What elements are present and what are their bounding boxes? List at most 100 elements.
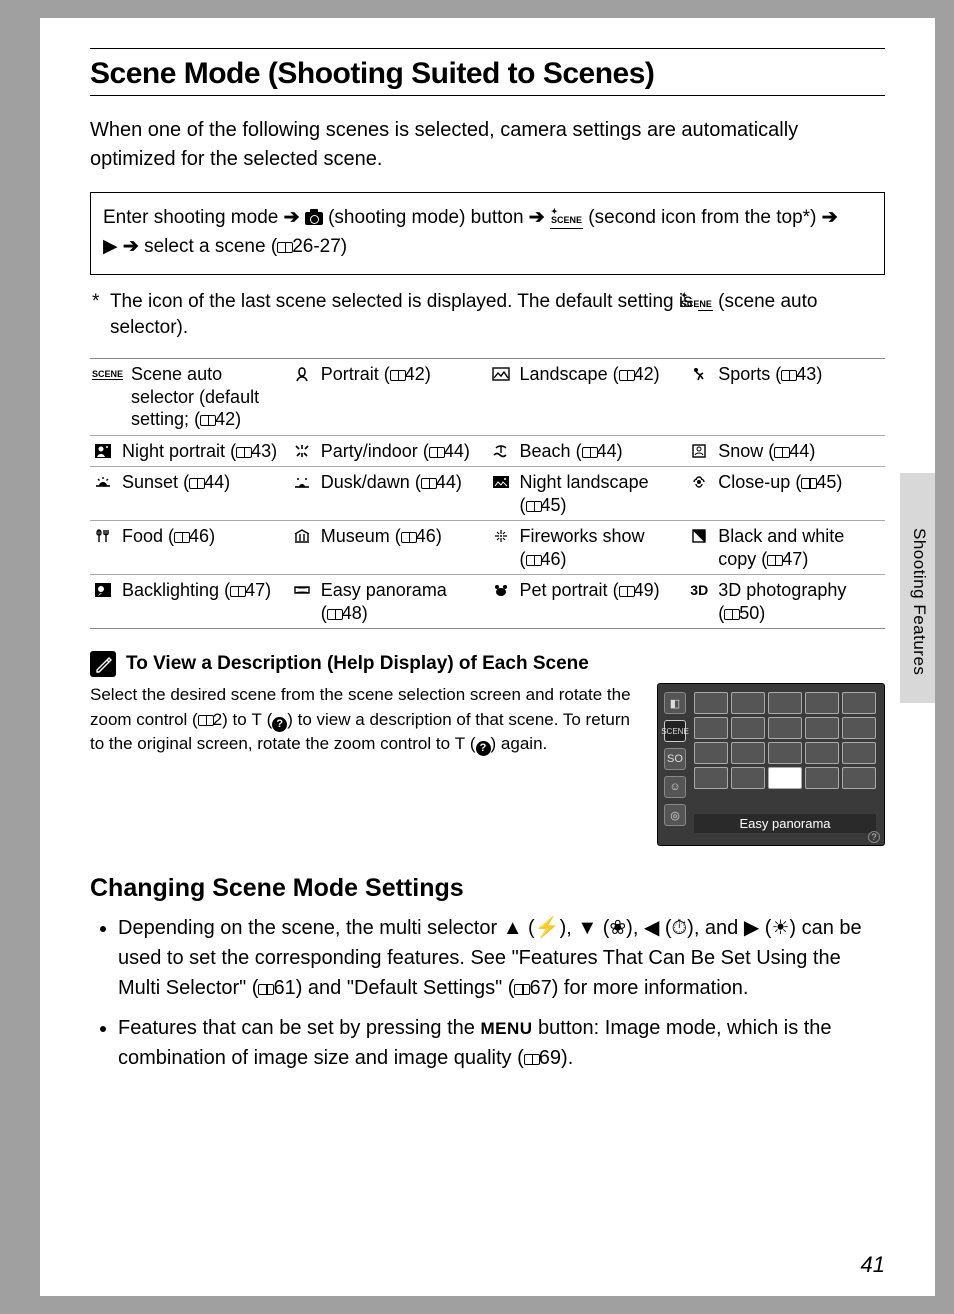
grid-scene-icon [694,742,728,764]
grid-scene-icon [768,742,802,764]
bullet-item: Depending on the scene, the multi select… [118,913,885,1003]
scene-cell: Museum (46) [289,521,488,575]
scene-label: Landscape (42) [520,363,685,386]
dusk-icon [291,471,313,491]
scene-label: Fireworks show (46) [520,525,685,570]
scene-cell: Fireworks show (46) [488,521,687,575]
scene-cell: 3D 3D photography (50) [686,575,885,629]
food-icon [92,525,114,545]
instruction-box: Enter shooting mode ➔ (shooting mode) bu… [90,192,885,275]
scene-cell: Backlighting (47) [90,575,289,629]
book-ref-icon [258,984,274,995]
scene-label: Scene auto selector (default setting; (4… [131,363,287,431]
scene-label: Museum (46) [321,525,486,548]
help-text: Select the desired scene from the scene … [90,683,639,757]
scene-cell: Pet portrait (49) [488,575,687,629]
bw-copy-icon [688,525,710,545]
scene-cell: Landscape (42) [488,359,687,436]
grid-scene-icon [842,767,876,789]
macro-icon: ❀ [609,917,626,939]
footnote: * The icon of the last scene selected is… [90,289,885,342]
scene-label: Black and white copy (47) [718,525,883,570]
grid-scene-icon [694,692,728,714]
bullet-list: Depending on the scene, the multi select… [90,913,885,1073]
scene-label: Snow (44) [718,440,883,463]
book-ref-icon [514,984,530,995]
scene-mode-icon: SCENE [698,298,713,312]
grid-scene-icon [768,692,802,714]
pet-icon [490,579,512,599]
bullet-item: Features that can be set by pressing the… [118,1013,885,1073]
lcd-mode-camera-icon: ◧ [664,692,686,714]
scene-label: Dusk/dawn (44) [321,471,486,494]
grid-scene-icon [842,692,876,714]
scene-table: SCENEScene auto selector (default settin… [90,358,885,629]
top-rule [90,48,885,49]
scene-label: Food (46) [122,525,287,548]
backlight-icon [92,579,114,599]
page-title: Scene Mode (Shooting Suited to Scenes) [90,57,885,91]
portrait-icon [291,363,313,383]
scene-cell: Night landscape (45) [488,467,687,521]
scene-cell: Close-up (45) [686,467,885,521]
book-ref-icon [198,715,214,726]
fireworks-icon [490,525,512,545]
scene-cell: Sports (43) [686,359,885,436]
3d-icon: 3D [688,579,710,599]
grid-scene-icon [731,692,765,714]
grid-scene-icon [842,717,876,739]
book-ref-icon [277,242,293,253]
exposure-comp-icon: ☀ [771,917,789,939]
grid-scene-icon [842,742,876,764]
arrow-icon: ➔ [529,207,545,228]
scene-mode-icon: SCENE [550,214,583,229]
scene-label: Beach (44) [520,440,685,463]
side-tab-label: Shooting Features [909,528,929,675]
scene-label: Party/indoor (44) [321,440,486,463]
lcd-mode-smile-icon: ☺ [664,776,686,798]
help-circle-icon: ? [476,741,491,756]
sports-icon [688,363,710,383]
menu-button-label: MENU [480,1019,532,1038]
scene-cell: SCENEScene auto selector (default settin… [90,359,289,436]
scene-cell: Snow (44) [686,435,885,467]
grid-scene-icon [805,767,839,789]
help-row: Select the desired scene from the scene … [90,683,885,846]
scene-cell: Sunset (44) [90,467,289,521]
lcd-help-icon: ? [868,831,880,843]
scene-cell: Night portrait (43) [90,435,289,467]
instruction-text: Enter shooting mode [103,207,284,228]
scene-label: Backlighting (47) [122,579,287,602]
grid-scene-icon [805,742,839,764]
title-underline [90,95,885,96]
grid-scene-icon [731,717,765,739]
scene-label: Pet portrait (49) [520,579,685,602]
instruction-ref: 26-27 [292,236,341,257]
lcd-mode-scene-icon: SCENE [664,720,686,742]
help-section-header: To View a Description (Help Display) of … [90,651,885,677]
scene-label: 3D photography (50) [718,579,883,624]
instruction-text: (second icon from the top*) [588,207,821,228]
grid-scene-icon [694,717,728,739]
scene-cell: Food (46) [90,521,289,575]
scene-cell: Portrait (42) [289,359,488,436]
grid-scene-icon [731,767,765,789]
camera-icon [305,212,323,225]
intro-paragraph: When one of the following scenes is sele… [90,116,885,174]
landscape-icon [490,363,512,383]
grid-scene-icon [694,767,728,789]
subheading: Changing Scene Mode Settings [90,874,885,903]
lcd-mode-target-icon: ◎ [664,804,686,826]
scene-cell: Party/indoor (44) [289,435,488,467]
night-landscape-icon [490,471,512,491]
lcd-selection-label: Easy panorama [694,814,876,833]
book-ref-icon [524,1054,540,1065]
scene-label: Easy panorama (48) [321,579,486,624]
grid-scene-selected-icon [768,767,802,789]
museum-icon [291,525,313,545]
night-portrait-icon [92,440,114,460]
right-triangle-icon: ▶ [103,232,118,261]
lcd-mode-column: ◧ SCENE SO ☺ ◎ [664,692,686,826]
scene-cell: Black and white copy (47) [686,521,885,575]
instruction-text: select a scene ( [144,236,277,257]
